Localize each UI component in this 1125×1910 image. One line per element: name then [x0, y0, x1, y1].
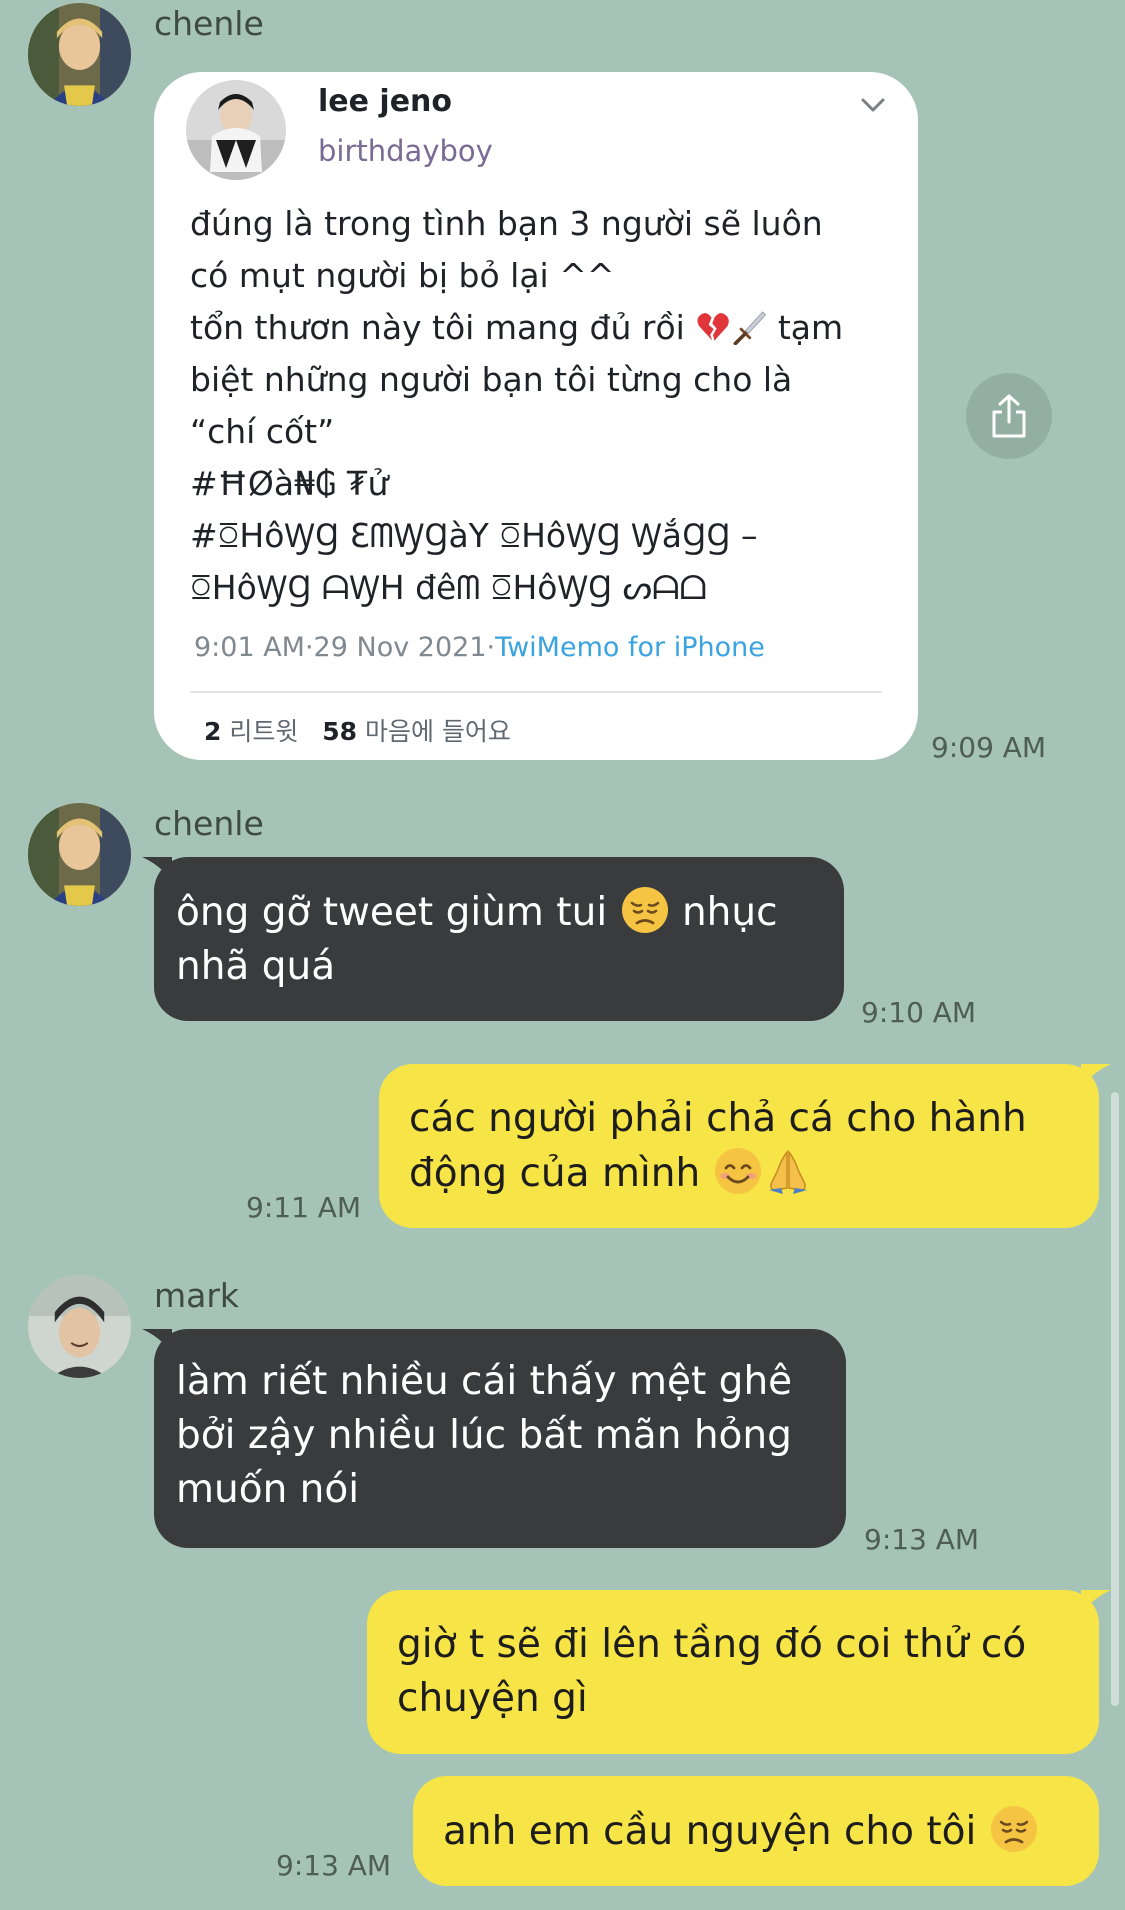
chevron-down-icon[interactable]: [858, 90, 888, 120]
message-bubble[interactable]: anh em cầu nguyện cho tôi: [413, 1776, 1099, 1886]
message-line: ông gỡ tweet giùm tui nhục: [176, 885, 844, 940]
broken-heart-emoji: [695, 309, 731, 345]
message-line: làm riết nhiều cái thấy mệt ghê: [176, 1359, 793, 1404]
message-text: anh em cầu nguyện cho tôi: [443, 1809, 977, 1854]
message-time: 9:10 AM: [861, 996, 977, 1029]
message-bubble[interactable]: làm riết nhiều cái thấy mệt ghê bởi zậy …: [142, 1329, 846, 1548]
tweet-timestamp: 9:01 AM·29 Nov 2021·: [194, 632, 496, 663]
message-line: chuyện gì: [397, 1676, 588, 1721]
bubble-tail: [142, 857, 172, 881]
message-line: các người phải chả cá cho hành: [409, 1096, 1027, 1141]
tweet-text: đúng là trong tình bạn 3 người sẽ luôn c…: [190, 198, 890, 614]
message-line: nhã quá: [176, 944, 336, 989]
tweet-hashtag[interactable]: #ꗞHôꝠꞬ ƐᗰꝠꞬàY ꗞHôꝠꞬ ꝠắꞬꞬ –: [190, 510, 890, 562]
message-text: động của mình: [409, 1151, 701, 1196]
disappointed-face-emoji: [620, 885, 670, 935]
bubble-tail: [1081, 1590, 1111, 1614]
message-time: 9:11 AM: [246, 1191, 362, 1224]
tweet-stats: 2 리트윗 58 마음에 들어요: [204, 712, 511, 748]
message-line: muốn nói: [176, 1467, 360, 1512]
smiling-face-emoji: [713, 1146, 763, 1196]
message-time: 9:13 AM: [864, 1523, 980, 1556]
share-button[interactable]: [966, 373, 1052, 459]
message-bubble[interactable]: giờ t sẽ đi lên tầng đó coi thử có chuyệ…: [367, 1590, 1111, 1754]
disappointed-face-emoji: [989, 1804, 1039, 1854]
message-time: 9:09 AM: [931, 731, 1047, 764]
tweet-author-avatar[interactable]: [186, 80, 286, 180]
tweet-card[interactable]: lee jeno birthdayboy đúng là trong tình …: [154, 72, 918, 760]
avatar-chenle[interactable]: [28, 803, 131, 906]
tweet-line: đúng là trong tình bạn 3 người sẽ luôn: [190, 204, 823, 243]
message-line: động của mình: [409, 1146, 1099, 1201]
sender-name: chenle: [154, 4, 264, 43]
avatar-chenle[interactable]: [28, 3, 131, 106]
retweet-label[interactable]: 리트윗: [229, 717, 298, 746]
tweet-source-link[interactable]: TwiMemo for iPhone: [495, 632, 765, 663]
tweet-line: tổn thươn này tôi mang đủ rồi tạm: [190, 302, 890, 354]
tweet-author-handle: birthdayboy: [318, 134, 493, 168]
message-bubble[interactable]: ông gỡ tweet giùm tui nhục nhã quá: [142, 857, 844, 1021]
scrollbar[interactable]: [1111, 1092, 1119, 1706]
message-line: bởi zậy nhiều lúc bất mãn hỏng: [176, 1413, 792, 1458]
message-line: anh em cầu nguyện cho tôi: [443, 1804, 1099, 1859]
tweet-line-text: tổn thươn này tôi mang đủ rồi: [190, 308, 685, 347]
like-label[interactable]: 마음에 들어요: [365, 717, 511, 746]
bubble-tail: [142, 1329, 172, 1353]
tweet-line: biệt những người bạn tôi từng cho là: [190, 360, 793, 399]
tweet-hashtag[interactable]: #ĦØà₦₲ ₮ử: [190, 458, 890, 510]
message-line: giờ t sẽ đi lên tầng đó coi thử có: [397, 1622, 1027, 1667]
message-text: ông gỡ tweet giùm tui: [176, 890, 608, 935]
tweet-meta: 9:01 AM·29 Nov 2021·TwiMemo for iPhone: [194, 632, 765, 663]
dagger-emoji: [731, 309, 767, 345]
share-icon: [992, 394, 1026, 438]
bubble-tail: [1081, 1064, 1111, 1088]
sender-name: chenle: [154, 804, 264, 843]
tweet-hashtag-continued: ꗞHôꝠꞬ ᗩꝠH đêᗰ ꗞHôꝠꞬ ᔕᗩᗝ: [190, 568, 707, 607]
message-bubble[interactable]: các người phải chả cá cho hành động của …: [379, 1064, 1111, 1228]
tweet-line: “chí cốt”: [190, 412, 335, 451]
tweet-author-name: lee jeno: [318, 84, 453, 119]
message-text: nhục: [681, 890, 778, 935]
retweet-count: 2: [204, 717, 222, 746]
tweet-divider: [190, 691, 882, 693]
message-time: 9:13 AM: [276, 1849, 392, 1882]
tweet-line: có mụt người bị bỏ lại ^^: [190, 256, 615, 295]
folded-hands-emoji: [763, 1146, 813, 1196]
like-count: 58: [322, 717, 358, 746]
tweet-line-text: tạm: [777, 308, 844, 347]
avatar-mark[interactable]: [28, 1275, 131, 1378]
sender-name: mark: [154, 1276, 240, 1315]
